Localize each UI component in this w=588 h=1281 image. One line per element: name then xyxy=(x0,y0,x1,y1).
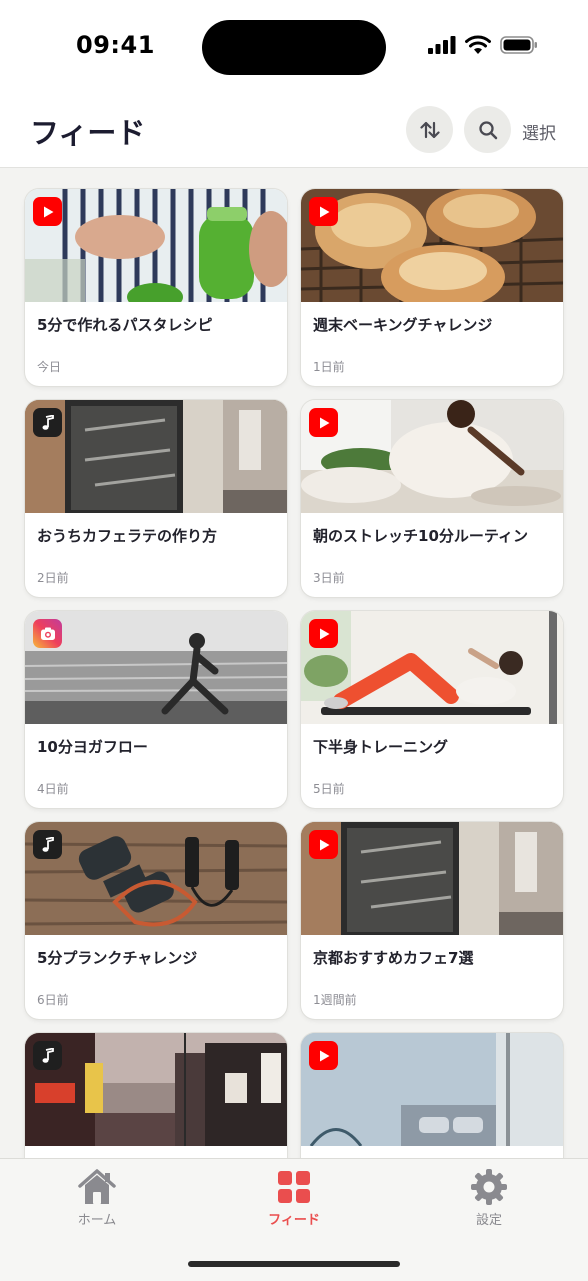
card-title: 5分で作れるパスタレシピ xyxy=(37,316,213,334)
tab-home[interactable]: ホーム xyxy=(37,1167,157,1235)
youtube-icon xyxy=(319,417,329,428)
youtube-badge xyxy=(309,619,338,648)
thumbnail-image xyxy=(25,400,287,513)
music-badge xyxy=(33,408,62,437)
thumbnail-image xyxy=(301,400,563,513)
home-indicator xyxy=(188,1261,400,1267)
card-title: 朝のストレッチ10分ルーティン xyxy=(313,527,528,545)
thumbnail-image xyxy=(301,822,563,935)
card-date: 2日前 xyxy=(37,571,69,585)
music-badge xyxy=(33,830,62,859)
youtube-icon xyxy=(319,839,329,850)
dynamic-island xyxy=(202,20,386,75)
card-title: おうちカフェラテの作り方 xyxy=(37,527,218,545)
music-note-icon xyxy=(42,414,54,430)
page-title: フィード xyxy=(30,116,146,150)
feed-card[interactable]: 週末ベーキングチャレンジ 1日前 xyxy=(301,189,563,386)
tab-settings[interactable]: 設定 xyxy=(429,1167,549,1235)
status-icons xyxy=(428,35,538,54)
tab-label: ホーム xyxy=(77,1213,117,1228)
thumbnail-image xyxy=(25,822,287,935)
tab-label: 設定 xyxy=(475,1213,502,1228)
card-date: 6日前 xyxy=(37,993,69,1007)
feed-grid: 5分で作れるパスタレシピ 今日 週末ベーキングチャレンジ 1日前 おうちカフェラ… xyxy=(0,168,588,1158)
youtube-icon xyxy=(319,206,329,217)
youtube-badge xyxy=(33,197,62,226)
youtube-badge xyxy=(309,1041,338,1070)
card-title: 5分プランクチャレンジ xyxy=(37,949,198,967)
feed-card[interactable] xyxy=(301,1033,563,1158)
sort-arrows-icon xyxy=(419,121,440,138)
youtube-icon xyxy=(43,206,53,217)
thumbnail-image xyxy=(25,1033,287,1146)
navigation-header: フィード 選択 xyxy=(0,96,588,168)
thumbnail-image xyxy=(25,189,287,302)
gear-icon xyxy=(469,1167,509,1207)
thumbnail-image xyxy=(301,611,563,724)
card-title: 週末ベーキングチャレンジ xyxy=(313,316,493,334)
feed-card[interactable] xyxy=(25,1033,287,1158)
feed-card[interactable]: 10分ヨガフロー 4日前 xyxy=(25,611,287,808)
select-button[interactable]: 選択 xyxy=(522,119,556,144)
music-badge xyxy=(33,1041,62,1070)
card-date: 今日 xyxy=(37,360,62,374)
grid-icon xyxy=(274,1167,314,1207)
card-title: 10分ヨガフロー xyxy=(37,738,148,756)
thumbnail-image xyxy=(301,1033,563,1146)
youtube-badge xyxy=(309,408,338,437)
search-icon xyxy=(478,120,497,139)
tab-label: フィード xyxy=(268,1213,320,1228)
card-date: 5日前 xyxy=(313,782,345,796)
wifi-icon xyxy=(465,35,491,54)
youtube-badge xyxy=(309,197,338,226)
card-title: 下半身トレーニング xyxy=(313,738,449,756)
music-note-icon xyxy=(42,1047,54,1063)
feed-card[interactable]: 京都おすすめカフェ7選 1週間前 xyxy=(301,822,563,1019)
feed-card[interactable]: 5分プランクチャレンジ 6日前 xyxy=(25,822,287,1019)
youtube-icon xyxy=(319,1050,329,1061)
thumbnail-image xyxy=(25,611,287,724)
card-date: 4日前 xyxy=(37,782,69,796)
card-date: 3日前 xyxy=(313,571,345,585)
house-icon xyxy=(77,1167,117,1207)
tab-feed[interactable]: フィード xyxy=(234,1167,354,1235)
sort-button[interactable] xyxy=(406,106,453,153)
card-title: 京都おすすめカフェ7選 xyxy=(313,949,474,967)
feed-card[interactable]: 下半身トレーニング 5日前 xyxy=(301,611,563,808)
thumbnail-image xyxy=(301,189,563,302)
feed-card[interactable]: 5分で作れるパスタレシピ 今日 xyxy=(25,189,287,386)
feed-card[interactable]: おうちカフェラテの作り方 2日前 xyxy=(25,400,287,597)
cellular-signal-icon xyxy=(428,35,456,54)
youtube-badge xyxy=(309,830,338,859)
youtube-icon xyxy=(319,628,329,639)
instagram-badge xyxy=(33,619,62,648)
feed-card[interactable]: 朝のストレッチ10分ルーティン 3日前 xyxy=(301,400,563,597)
instagram-icon xyxy=(40,627,55,640)
battery-icon xyxy=(500,35,537,54)
card-date: 1日前 xyxy=(313,360,345,374)
card-date: 1週間前 xyxy=(313,993,357,1007)
search-button[interactable] xyxy=(464,106,511,153)
music-note-icon xyxy=(42,836,54,852)
status-bar: 09:41 xyxy=(0,0,588,96)
status-time: 09:41 xyxy=(76,31,155,59)
